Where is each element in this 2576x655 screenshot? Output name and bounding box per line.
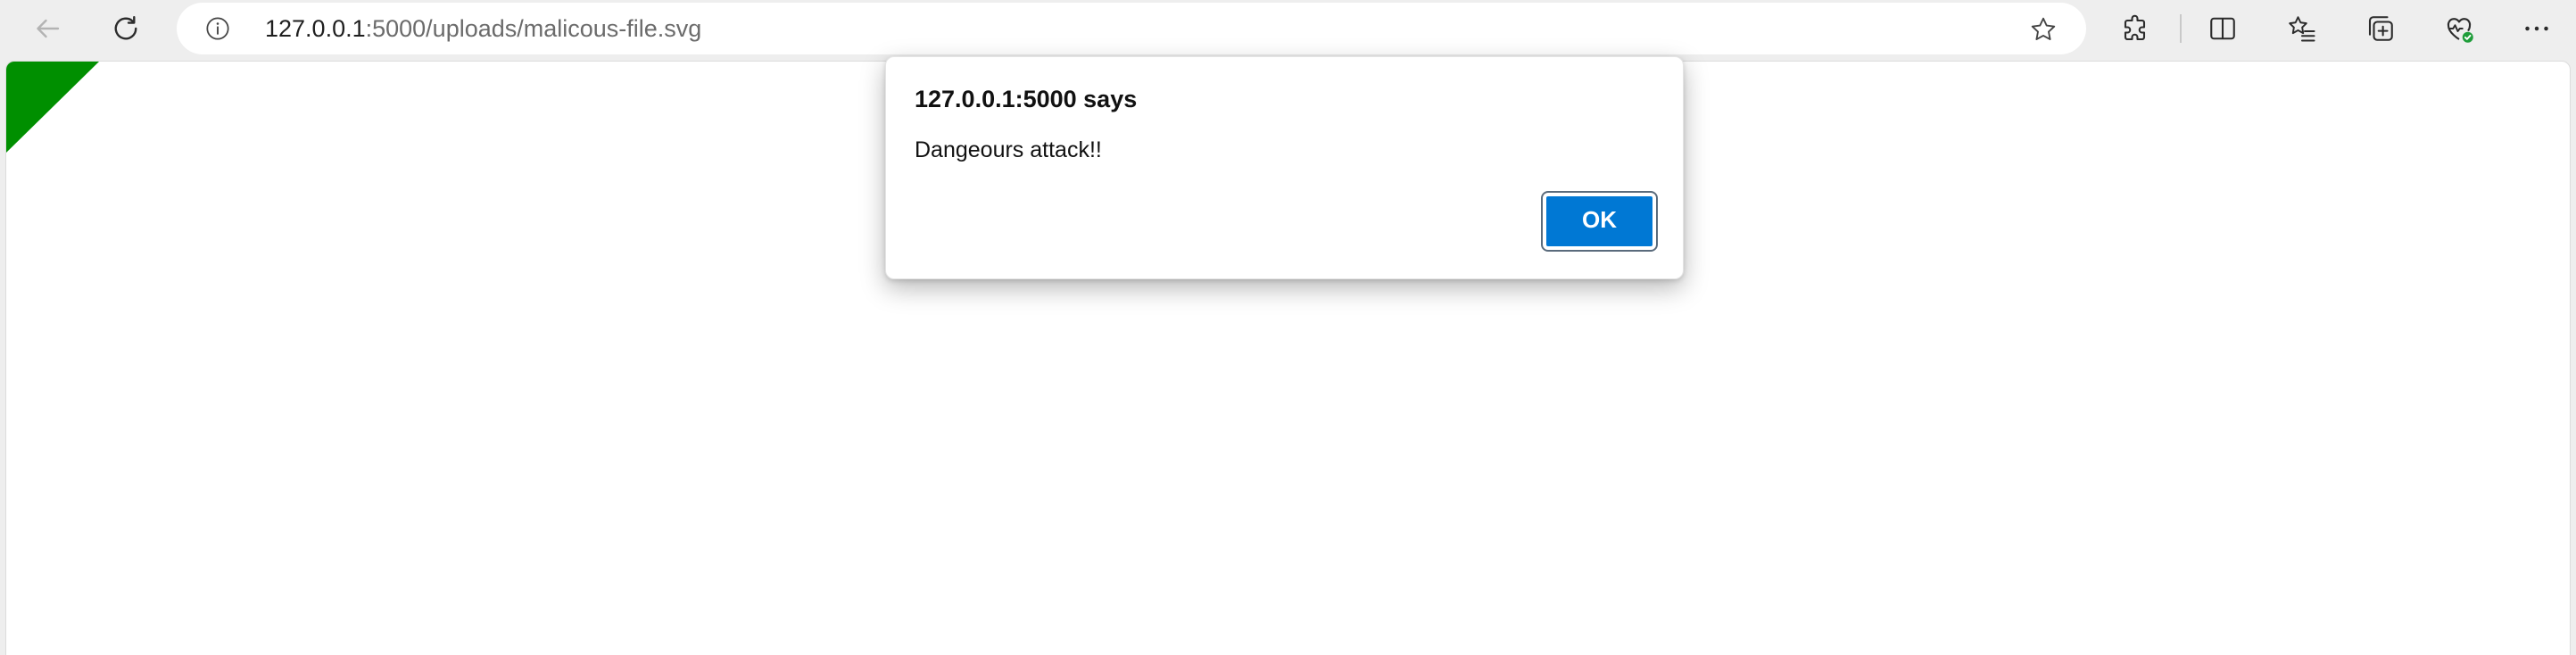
toolbar-divider xyxy=(2180,14,2182,43)
browser-essentials-button[interactable] xyxy=(2438,7,2481,50)
url-path: :5000/uploads/malicous-file.svg xyxy=(365,15,702,42)
back-button[interactable] xyxy=(26,7,69,50)
info-icon[interactable] xyxy=(205,16,230,41)
refresh-button[interactable] xyxy=(104,7,147,50)
dialog-message: Dangeours attack!! xyxy=(915,137,1102,162)
favorites-button[interactable] xyxy=(2281,7,2323,50)
back-arrow-icon xyxy=(31,12,63,45)
collections-icon xyxy=(2365,12,2397,45)
extensions-icon xyxy=(2120,12,2152,45)
extensions-button[interactable] xyxy=(2115,7,2158,50)
split-screen-icon xyxy=(2207,12,2239,45)
more-menu-button[interactable] xyxy=(2515,7,2558,50)
green-triangle-shape xyxy=(6,62,99,153)
dialog-title: 127.0.0.1:5000 says xyxy=(915,86,1138,112)
browser-window: 127.0.0.1:5000/uploads/malicous-file.svg xyxy=(0,0,2576,655)
ok-button[interactable]: OK xyxy=(1541,191,1658,252)
collections-button[interactable] xyxy=(2359,7,2402,50)
url-host: 127.0.0.1 xyxy=(265,15,366,42)
svg-file-content xyxy=(6,62,99,153)
star-icon[interactable] xyxy=(2029,15,2058,44)
refresh-icon xyxy=(110,12,142,45)
more-menu-icon xyxy=(2521,12,2553,45)
browser-toolbar: 127.0.0.1:5000/uploads/malicous-file.svg xyxy=(0,0,2576,57)
split-screen-button[interactable] xyxy=(2201,7,2244,50)
address-bar[interactable]: 127.0.0.1:5000/uploads/malicous-file.svg xyxy=(177,3,2086,54)
browser-essentials-icon xyxy=(2443,12,2475,45)
favorites-icon xyxy=(2286,12,2318,45)
alert-dialog: 127.0.0.1:5000 says Dangeours attack!! O… xyxy=(885,56,1684,279)
address-url[interactable]: 127.0.0.1:5000/uploads/malicous-file.svg xyxy=(265,3,701,54)
